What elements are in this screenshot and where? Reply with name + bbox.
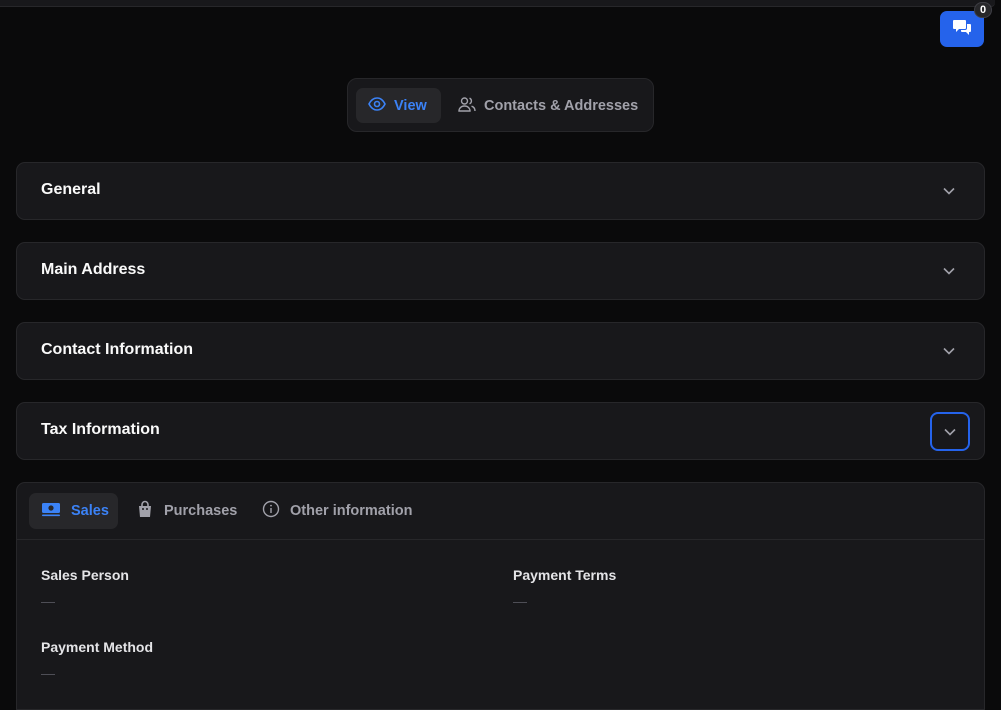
top-bar (0, 0, 995, 7)
section-general[interactable]: General (16, 162, 985, 220)
section-main-address[interactable]: Main Address (16, 242, 985, 300)
section-title: Tax Information (41, 421, 160, 438)
tab-contacts-label: Contacts & Addresses (484, 97, 639, 114)
tab-contacts-addresses[interactable]: Contacts & Addresses (446, 88, 650, 123)
tab-other-information[interactable]: Other information (250, 493, 424, 529)
section-title: Main Address (41, 261, 146, 278)
info-icon (262, 500, 280, 522)
chevron-down-icon[interactable] (941, 183, 957, 199)
section-title: General (41, 181, 101, 198)
chevron-down-icon[interactable] (941, 343, 957, 359)
section-tax-information[interactable]: Tax Information (16, 402, 985, 460)
payment-terms-label: Payment Terms (513, 567, 617, 583)
view-tabs: View Contacts & Addresses (347, 78, 654, 132)
tab-other-label: Other information (290, 503, 413, 519)
eye-icon (368, 96, 386, 115)
tab-sales[interactable]: Sales (29, 493, 118, 529)
sales-person-value: — (41, 593, 55, 609)
tab-purchases[interactable]: Purchases (124, 493, 249, 529)
section-title: Contact Information (41, 341, 193, 358)
payment-method-label: Payment Method (41, 639, 154, 655)
money-icon (41, 501, 61, 521)
chevron-down-icon[interactable] (941, 263, 957, 279)
tab-purchases-label: Purchases (164, 503, 238, 519)
users-icon (458, 96, 476, 116)
payment-terms-value: — (513, 593, 527, 609)
sales-person-label: Sales Person (41, 567, 129, 583)
panel-tabs: Sales Purchases Other information (17, 483, 984, 540)
payment-method-value: — (41, 665, 55, 681)
chat-count-badge: 0 (974, 2, 992, 18)
section-contact-information[interactable]: Contact Information (16, 322, 985, 380)
shopping-bag-icon (136, 500, 154, 522)
tab-view-label: View (394, 97, 427, 114)
tab-view[interactable]: View (356, 88, 441, 123)
chevron-down-icon[interactable] (930, 412, 970, 451)
tab-sales-label: Sales (71, 503, 109, 519)
tax-information-panel: Sales Purchases Other information Sales … (16, 482, 985, 710)
chat-bubbles-icon (952, 18, 972, 41)
